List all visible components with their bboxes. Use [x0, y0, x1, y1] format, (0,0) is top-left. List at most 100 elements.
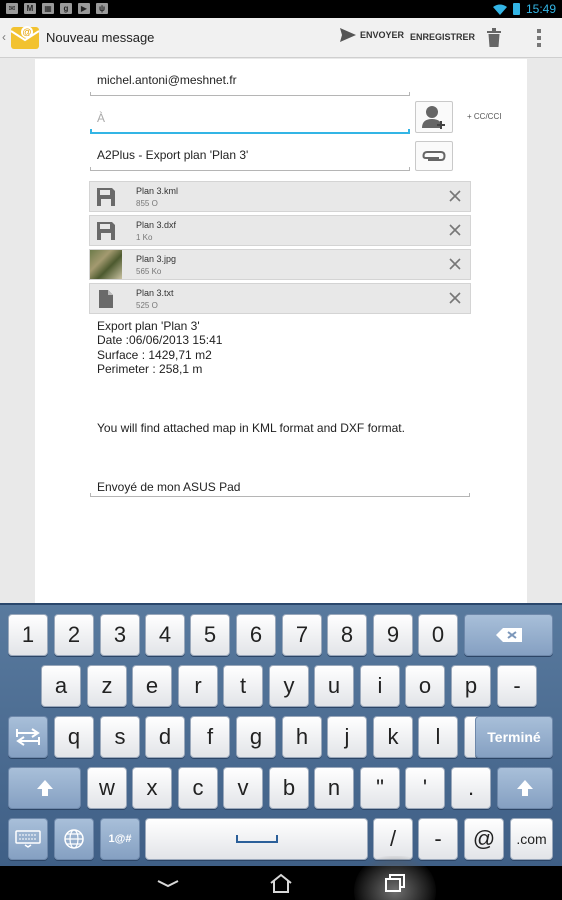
floppy-disk-icon	[97, 187, 115, 206]
key[interactable]: z	[87, 665, 127, 707]
signature[interactable]: Envoyé de mon ASUS Pad	[97, 480, 240, 494]
key[interactable]: o	[405, 665, 445, 707]
dash-key[interactable]: -	[418, 818, 458, 860]
home-icon[interactable]	[268, 872, 294, 894]
body-line[interactable]: Date :06/06/2013 15:41	[97, 333, 222, 347]
remove-attachment-icon[interactable]	[448, 291, 462, 305]
key[interactable]: l	[418, 716, 458, 758]
trash-icon[interactable]	[486, 28, 502, 48]
key[interactable]: h	[282, 716, 322, 758]
key[interactable]: 6	[236, 614, 276, 656]
key[interactable]: 8	[327, 614, 367, 656]
document-icon	[99, 289, 113, 308]
send-button[interactable]: ENVOYER	[340, 28, 404, 42]
dot-com-key[interactable]: .com	[510, 818, 553, 860]
key[interactable]: 5	[190, 614, 230, 656]
attachment-item[interactable]: Plan 3.dxf 1 Ko	[89, 215, 471, 246]
hide-keyboard-icon[interactable]	[155, 872, 181, 894]
language-key[interactable]	[54, 818, 94, 860]
key[interactable]: q	[54, 716, 94, 758]
attachment-item[interactable]: Plan 3.txt 525 O	[89, 283, 471, 314]
key[interactable]: '	[405, 767, 445, 809]
image-thumbnail	[90, 250, 122, 279]
key[interactable]: b	[269, 767, 309, 809]
key[interactable]: n	[314, 767, 354, 809]
system-icons: 15:49	[492, 2, 556, 16]
key[interactable]: t	[223, 665, 263, 707]
attachment-icon-area	[90, 250, 122, 279]
body-line[interactable]: Surface : 1429,71 m2	[97, 348, 212, 362]
key[interactable]: 7	[282, 614, 322, 656]
key[interactable]: i	[360, 665, 400, 707]
key[interactable]: s	[100, 716, 140, 758]
key[interactable]: 2	[54, 614, 94, 656]
key[interactable]: y	[269, 665, 309, 707]
attachment-size: 855 O	[136, 199, 158, 208]
attachment-size: 1 Ko	[136, 233, 153, 242]
cc-bcc-link[interactable]: + CC/CCI	[467, 112, 501, 121]
backspace-key[interactable]	[464, 614, 553, 656]
grid-icon: ▦	[42, 3, 54, 14]
google-plus-icon: g	[60, 3, 72, 14]
remove-attachment-icon[interactable]	[448, 223, 462, 237]
done-key[interactable]: Terminé	[475, 716, 553, 758]
shift-key-left[interactable]	[8, 767, 81, 809]
attachment-item[interactable]: Plan 3.kml 855 O	[89, 181, 471, 212]
subject-field[interactable]: A2Plus - Export plan 'Plan 3'	[97, 148, 248, 162]
key[interactable]: g	[236, 716, 276, 758]
key[interactable]: 1	[8, 614, 48, 656]
key[interactable]: v	[223, 767, 263, 809]
subject-underline	[90, 167, 410, 171]
body-line[interactable]: Export plan 'Plan 3'	[97, 319, 200, 333]
key[interactable]: f	[190, 716, 230, 758]
save-button[interactable]: ENREGISTRER	[410, 32, 475, 42]
at-key[interactable]: @	[464, 818, 504, 860]
email-compose-screen: ✉ M ▦ g ▶ ψ 15:49 ‹ @ Nouveau message EN…	[0, 0, 562, 900]
clock: 15:49	[525, 2, 556, 16]
action-bar: ‹ @ Nouveau message ENVOYER ENREGISTRER	[0, 18, 562, 58]
key[interactable]: j	[327, 716, 367, 758]
from-field[interactable]: michel.antoni@meshnet.fr	[97, 73, 237, 87]
attachment-size: 565 Ko	[136, 267, 162, 276]
usb-icon: ψ	[96, 3, 108, 14]
key[interactable]: c	[178, 767, 218, 809]
to-input[interactable]: À	[97, 111, 105, 125]
body-paragraph[interactable]: You will find attached map in KML format…	[97, 421, 405, 435]
key[interactable]: u	[314, 665, 354, 707]
key[interactable]: d	[145, 716, 185, 758]
key[interactable]: 3	[100, 614, 140, 656]
slash-key[interactable]: /	[373, 818, 413, 860]
key[interactable]: x	[132, 767, 172, 809]
keyboard-settings-key[interactable]	[8, 818, 48, 860]
up-caret-icon[interactable]: ‹	[2, 30, 6, 44]
key[interactable]: p	[451, 665, 491, 707]
send-label: ENVOYER	[360, 30, 405, 40]
space-key[interactable]	[145, 818, 368, 860]
key[interactable]: k	[373, 716, 413, 758]
remove-attachment-icon[interactable]	[448, 189, 462, 203]
key[interactable]: 0	[418, 614, 458, 656]
key[interactable]: "	[360, 767, 400, 809]
recent-apps-icon[interactable]	[382, 872, 408, 894]
shift-key-right[interactable]	[497, 767, 553, 809]
tab-key[interactable]	[8, 716, 48, 758]
gmail-icon: M	[24, 3, 36, 14]
key[interactable]: 9	[373, 614, 413, 656]
key[interactable]: -	[497, 665, 537, 707]
body-line[interactable]: Perimeter : 258,1 m	[97, 362, 202, 376]
key[interactable]: 4	[145, 614, 185, 656]
overflow-menu-icon[interactable]	[534, 28, 544, 48]
key[interactable]: r	[178, 665, 218, 707]
key[interactable]: e	[132, 665, 172, 707]
key[interactable]: .	[451, 767, 491, 809]
symbols-key[interactable]: 1@#	[100, 818, 140, 860]
key[interactable]: a	[41, 665, 81, 707]
key[interactable]: w	[87, 767, 127, 809]
attach-button[interactable]	[415, 141, 453, 171]
add-contact-button[interactable]	[415, 101, 453, 133]
remove-attachment-icon[interactable]	[448, 257, 462, 271]
attachment-item[interactable]: Plan 3.jpg 565 Ko	[89, 249, 471, 280]
attachment-icon-area	[90, 284, 122, 313]
email-app-icon[interactable]: @	[10, 23, 40, 53]
status-bar: ✉ M ▦ g ▶ ψ 15:49	[0, 0, 562, 18]
